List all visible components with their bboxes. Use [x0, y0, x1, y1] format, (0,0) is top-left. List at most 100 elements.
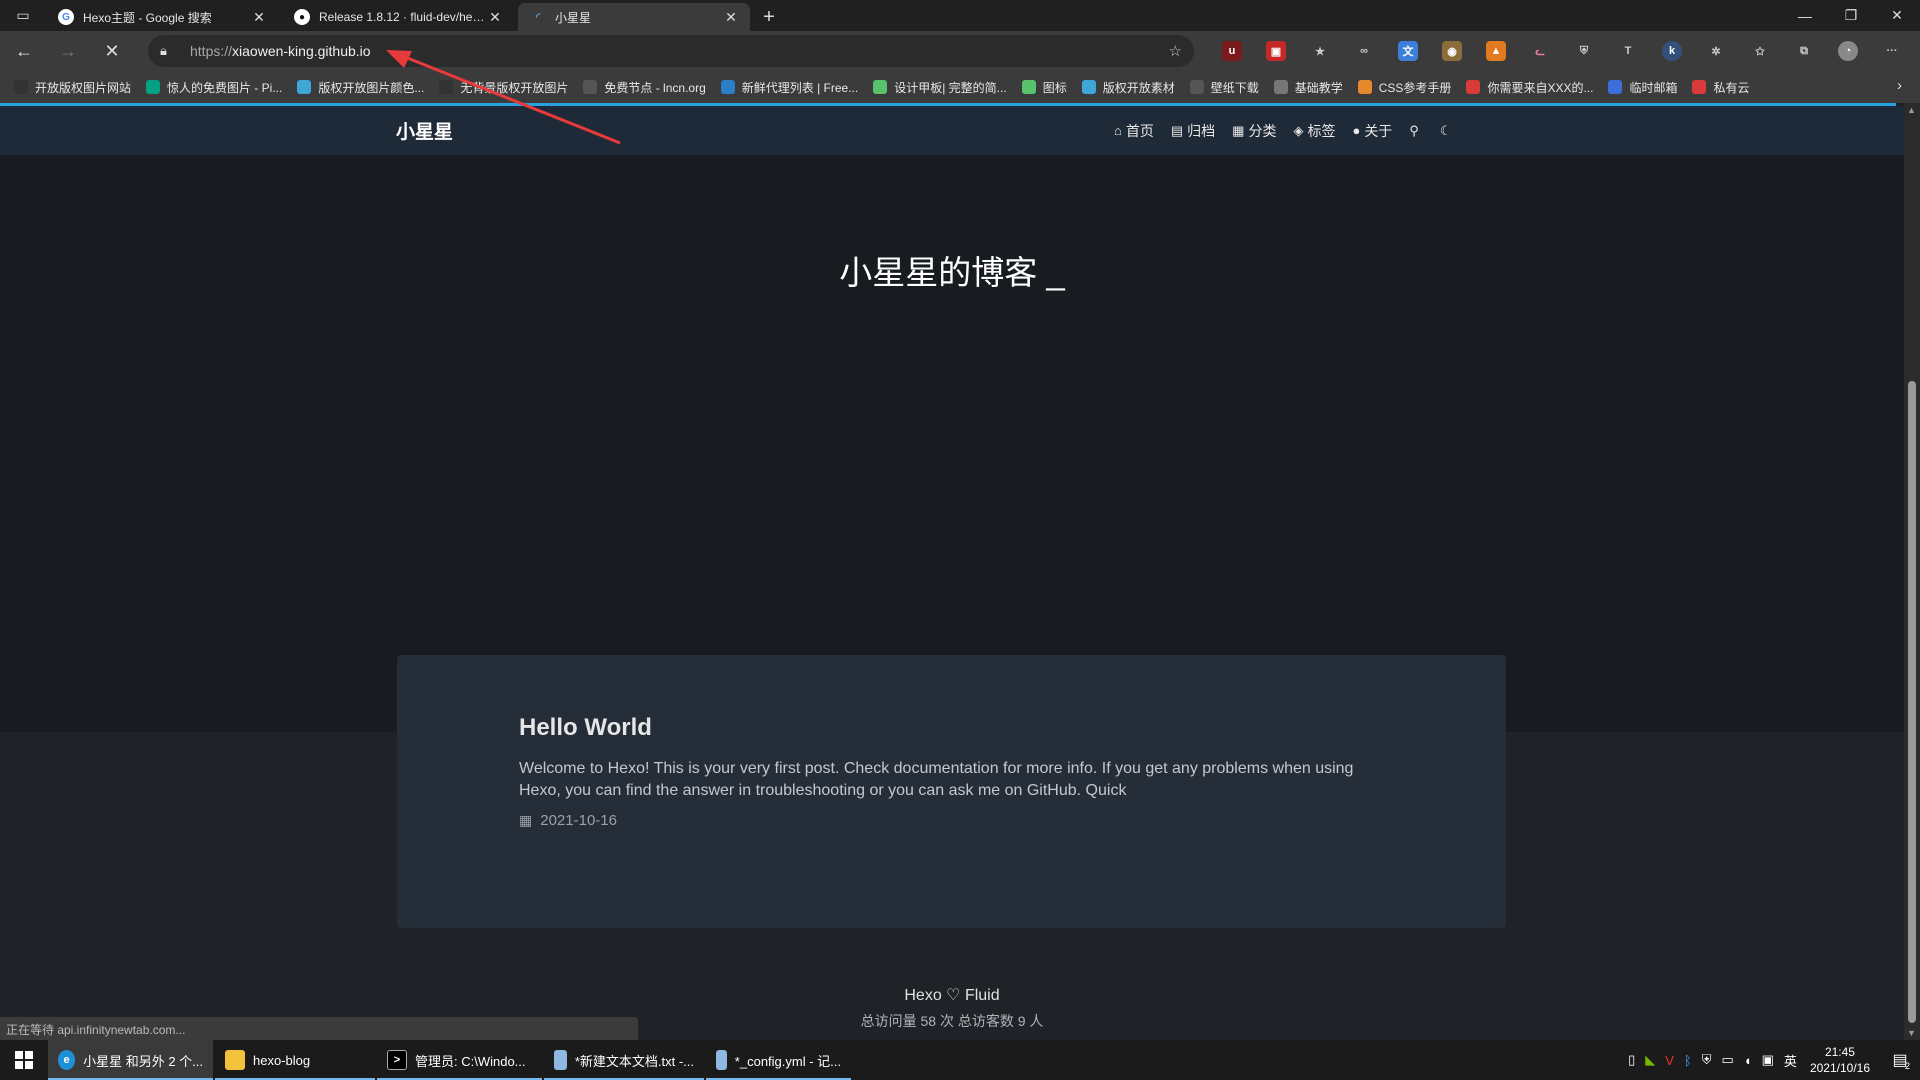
forward-button[interactable]: →	[48, 33, 88, 69]
bookmark-favicon-icon	[1357, 80, 1372, 94]
browser-tab-active[interactable]: ◜ 小星星 ✕	[518, 3, 750, 31]
bookmark-item[interactable]: 新鲜代理列表 | Free...	[720, 79, 858, 96]
add-favorite-icon[interactable]: ☆	[1169, 42, 1182, 60]
translate-extension-icon[interactable]: 文	[1398, 41, 1418, 61]
moon-icon: ☾	[1439, 122, 1452, 138]
extensions-area: u ▣ ★ ∞ 文 ◉ ▲ ᓚ ⛨ T k ✲ ✩ ⧉ ◔ ···	[1210, 31, 1914, 71]
network-icon[interactable]: ▣	[1762, 1052, 1774, 1068]
infinity-icon[interactable]: ∞	[1354, 41, 1374, 61]
restore-button[interactable]: ❐	[1828, 0, 1874, 31]
battery-icon[interactable]: ▭	[1721, 1052, 1733, 1068]
chevron-right-icon[interactable]: ›	[1897, 77, 1902, 94]
nav-home[interactable]: ⌂ 首页	[1114, 121, 1154, 141]
shield-extension-icon[interactable]: ⛨	[1574, 41, 1594, 61]
close-window-button[interactable]: ✕	[1874, 0, 1920, 31]
bookmark-item[interactable]: 私有云	[1692, 79, 1749, 96]
new-tab-button[interactable]: +	[754, 3, 784, 31]
browser-tab[interactable]: G Hexo主题 - Google 搜索 ✕	[46, 3, 278, 31]
post-excerpt[interactable]: Welcome to Hexo! This is your very first…	[519, 758, 1359, 802]
bookmark-favicon-icon	[1692, 80, 1707, 94]
bookmark-favicon-icon	[439, 80, 454, 94]
bookmark-item[interactable]: 设计甲板| 完整的简...	[873, 79, 1007, 96]
avatar[interactable]: ◔	[1838, 41, 1858, 61]
dark-mode-toggle[interactable]: ☾	[1440, 123, 1456, 139]
lock-icon[interactable]: 🔒︎	[160, 43, 174, 59]
site-brand[interactable]: 小星星	[396, 117, 453, 144]
k-extension-icon[interactable]: k	[1662, 41, 1682, 61]
extension-red-icon[interactable]: ▣	[1266, 41, 1286, 61]
tab-title: Hexo主题 - Google 搜索	[83, 10, 212, 25]
browser-tab[interactable]: ● Release 1.8.12 · fluid-dev/hexo-theme-…	[282, 3, 514, 31]
security-icon[interactable]: ⛨	[1702, 1052, 1712, 1068]
puzzle-icon[interactable]: ✲	[1706, 41, 1726, 61]
input-language[interactable]: 英	[1784, 1051, 1797, 1070]
scroll-up-icon[interactable]: ▲	[1907, 105, 1916, 115]
nav-about[interactable]: ● 关于	[1352, 121, 1392, 141]
post-title[interactable]: Hello World	[519, 714, 652, 742]
taskbar-item-cmd[interactable]: > 管理员: C:\Windo...	[377, 1040, 542, 1080]
favorites-icon[interactable]: ✩	[1750, 41, 1770, 61]
bookmark-item[interactable]: 壁纸下载	[1189, 79, 1259, 96]
usb-icon[interactable]: ▯	[1628, 1052, 1635, 1068]
nav-tags[interactable]: ◈ 标签	[1293, 121, 1335, 141]
stop-loading-button[interactable]: ✕	[92, 33, 132, 69]
taskbar-item-edge[interactable]: e 小星星 和另外 2 个...	[48, 1040, 213, 1080]
bookmark-item[interactable]: 图标	[1021, 79, 1067, 96]
volume-icon[interactable]: ◖	[1744, 1053, 1752, 1068]
tab-actions-menu-button[interactable]: ▭	[0, 0, 46, 31]
star-extension-icon[interactable]: ★	[1310, 41, 1330, 61]
taskbar-clock[interactable]: 21:45 2021/10/16	[1810, 1044, 1870, 1076]
v-app-icon[interactable]: V	[1665, 1053, 1674, 1068]
bookmark-item[interactable]: 版权开放素材	[1081, 79, 1175, 96]
close-tab-icon[interactable]: ✕	[486, 9, 504, 26]
bookmark-favicon-icon	[1466, 80, 1481, 94]
nvidia-icon[interactable]: ◣	[1645, 1052, 1655, 1068]
more-menu-icon[interactable]: ···	[1882, 41, 1902, 61]
nav-archive[interactable]: ▤ 归档	[1171, 121, 1215, 141]
post-card[interactable]: Hello World Welcome to Hexo! This is you…	[397, 655, 1506, 928]
taskbar-item-notepad[interactable]: *_config.yml - 记...	[706, 1040, 851, 1080]
bookmark-item[interactable]: 版权开放图片颜色...	[297, 79, 424, 96]
taskbar-item-explorer[interactable]: hexo-blog	[215, 1040, 375, 1080]
back-button[interactable]: ←	[4, 33, 44, 69]
bookmark-item[interactable]: 免费节点 - lncn.org	[583, 79, 706, 96]
close-tab-icon[interactable]: ✕	[722, 9, 740, 26]
cat-extension-icon[interactable]: ᓚ	[1530, 41, 1550, 61]
bookmark-label: 你需要来自XXX的...	[1487, 80, 1594, 95]
bookmark-label: 免费节点 - lncn.org	[604, 80, 706, 95]
google-icon: G	[58, 9, 74, 25]
bookmark-item[interactable]: 开放版权图片网站	[14, 79, 131, 96]
tab-title: Release 1.8.12 · fluid-dev/hexo-theme-fl…	[319, 10, 486, 24]
notification-count: 2	[1904, 1061, 1910, 1071]
bookmark-label: 临时邮箱	[1629, 80, 1678, 95]
metamask-icon[interactable]: ▲	[1486, 41, 1506, 61]
bookmark-item[interactable]: 惊人的免费图片 - Pi...	[146, 79, 282, 96]
scrollbar-thumb[interactable]	[1908, 381, 1916, 1023]
bookmark-item[interactable]: CSS参考手册	[1357, 79, 1451, 96]
start-button[interactable]	[0, 1040, 48, 1080]
bookmark-item[interactable]: 你需要来自XXX的...	[1466, 79, 1593, 96]
close-tab-icon[interactable]: ✕	[250, 9, 268, 26]
site-search-button[interactable]: ⚲	[1409, 123, 1423, 139]
notification-center-button[interactable]: ▤ 2	[1880, 1040, 1920, 1080]
extension-brown-icon[interactable]: ◉	[1442, 41, 1462, 61]
bookmark-item[interactable]: 无背景版权开放图片	[439, 79, 568, 96]
plus-icon: +	[763, 5, 775, 28]
minimize-button[interactable]: —	[1782, 0, 1828, 31]
taskbar-item-notepad[interactable]: *新建文本文档.txt -...	[544, 1040, 704, 1080]
scroll-down-icon[interactable]: ▼	[1907, 1028, 1916, 1038]
restore-icon: ❐	[1844, 7, 1858, 23]
post-date: ▦ 2021-10-16	[519, 812, 617, 829]
nav-category[interactable]: ▦ 分类	[1232, 121, 1276, 141]
bookmark-item[interactable]: 基础教学	[1273, 79, 1343, 96]
vertical-scrollbar[interactable]: ▲ ▼	[1904, 103, 1920, 1040]
calendar-icon: ▦	[519, 812, 533, 828]
bookmark-item[interactable]: 临时邮箱	[1608, 79, 1677, 96]
t-extension-icon[interactable]: T	[1618, 41, 1638, 61]
address-bar[interactable]: 🔒︎ https:// xiaowen-king.github.io ☆	[148, 35, 1194, 67]
collections-icon[interactable]: ⧉	[1794, 41, 1814, 61]
bookmark-favicon-icon	[720, 80, 735, 94]
browser-toolbar: ← → ✕ 🔒︎ https:// xiaowen-king.github.io…	[0, 31, 1920, 71]
ublock-icon[interactable]: u	[1222, 41, 1242, 61]
bluetooth-icon[interactable]: ᛒ	[1684, 1053, 1692, 1068]
